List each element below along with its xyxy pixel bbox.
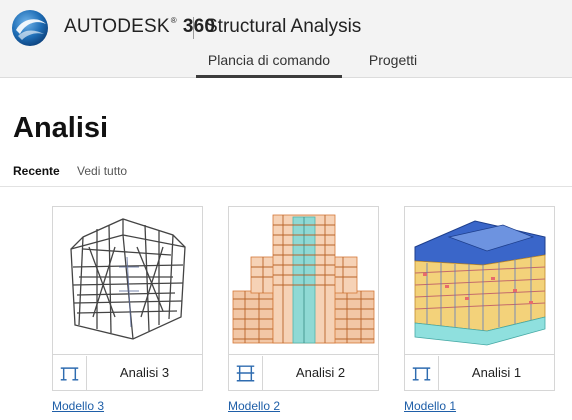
- main-nav: Plancia di comando Progetti: [0, 52, 572, 78]
- model-link[interactable]: Modello 3: [52, 399, 104, 413]
- structure-tower-image: [232, 214, 375, 344]
- analysis-name[interactable]: Analisi 3: [87, 365, 202, 380]
- tab-view-all[interactable]: Vedi tutto: [77, 164, 127, 178]
- filter-tabs: Recente Vedi tutto: [13, 164, 141, 178]
- page-title: Analisi: [13, 112, 109, 144]
- brand-divider: [193, 17, 194, 39]
- structure-wireframe-image: [70, 218, 186, 340]
- model-link[interactable]: Modello 2: [228, 399, 280, 413]
- frame-structure-icon: [60, 356, 87, 390]
- tabs-divider: [0, 186, 572, 187]
- structure-building-image: [414, 220, 546, 346]
- model-thumbnail[interactable]: [405, 207, 554, 355]
- brand-text: AUTODESK: [64, 16, 170, 37]
- card-footer: Analisi 3: [53, 356, 202, 390]
- analysis-name[interactable]: Analisi 2: [263, 365, 378, 380]
- card-footer: Analisi 1: [405, 356, 554, 390]
- brand-registered-mark: ®: [170, 16, 177, 25]
- autodesk-logo-icon[interactable]: [10, 8, 50, 48]
- analysis-name[interactable]: Analisi 1: [439, 365, 554, 380]
- model-thumbnail[interactable]: [229, 207, 378, 355]
- product-name: Structural Analysis: [205, 16, 362, 37]
- nav-item-projects[interactable]: Progetti: [362, 52, 424, 78]
- model-link[interactable]: Modello 1: [404, 399, 456, 413]
- top-header: AUTODESK® 360 Structural Analysis Plancia…: [0, 0, 572, 78]
- analysis-card[interactable]: Analisi 3: [52, 206, 203, 391]
- model-thumbnail[interactable]: [53, 207, 202, 355]
- frame-structure-icon: [412, 356, 439, 390]
- analysis-card[interactable]: Analisi 1: [404, 206, 555, 391]
- analysis-card[interactable]: Analisi 2: [228, 206, 379, 391]
- nav-item-dashboard[interactable]: Plancia di comando: [196, 52, 342, 78]
- tab-recent[interactable]: Recente: [13, 164, 60, 178]
- card-footer: Analisi 2: [229, 356, 378, 390]
- frame-structure-icon: [236, 356, 263, 390]
